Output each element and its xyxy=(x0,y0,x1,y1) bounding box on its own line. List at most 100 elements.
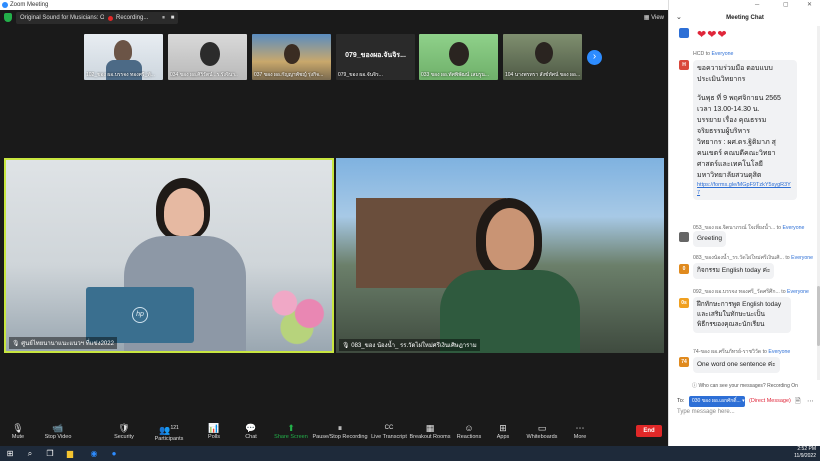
speaker-face xyxy=(164,188,204,236)
participant-avatar xyxy=(200,42,220,66)
avatar: 0 xyxy=(679,264,689,274)
edge-browser-icon[interactable]: ◉ xyxy=(88,448,100,459)
more-icon: ⋯ xyxy=(575,423,585,433)
view-button[interactable]: ▦ View xyxy=(644,12,664,24)
video-participant-name: 🎙 ศูนย์ไทยนานาแนะแนวฯ ที่แข่ง2022 xyxy=(9,337,117,349)
hp-logo: hp xyxy=(132,307,148,323)
taskbar-clock[interactable]: 2:52 PM 11/9/2022 xyxy=(794,446,816,460)
close-window-button[interactable]: ✕ xyxy=(807,0,812,10)
participants-icon: 👥121 xyxy=(159,425,179,435)
main-video-right[interactable]: 🎙 083_ของ น้องน้ำ_ รร.วัดไผ่ใหม่ศรีเงินเ… xyxy=(336,158,664,353)
windows-taskbar: ⊞ ⌕ ❐ ▆ ◉ ● 2:52 PM 11/9/2022 xyxy=(0,446,820,461)
participant-name: 079_ของ ผอ.จันจิร... xyxy=(338,72,383,78)
chat-title: Meeting Chat xyxy=(726,15,764,21)
to-label: To: xyxy=(677,398,685,404)
meeting-top-bar: Original Sound for Musicians: Off Record… xyxy=(0,10,668,26)
avatar xyxy=(679,28,689,38)
chat-message-bubble[interactable]: ฝึกทักษะการพูด English today และเสริมในท… xyxy=(693,297,791,333)
participant-thumbnail[interactable]: 033 ของ ผอ.ทัศพิพัฒน์ เสมรูน... xyxy=(419,34,498,80)
mic-muted-icon: 🎙 xyxy=(12,341,22,347)
view-label: View xyxy=(651,15,664,21)
chat-message-bubble[interactable]: Greeting xyxy=(693,231,726,247)
window-title-bar: Zoom Meeting xyxy=(0,0,668,10)
recording-indicator[interactable]: Recording... ⏸ ■ xyxy=(104,12,179,24)
mic-muted-icon: 🎙 xyxy=(342,343,352,349)
meeting-stage: Original Sound for Musicians: Off Record… xyxy=(0,10,668,418)
maximize-window-button[interactable]: ▢ xyxy=(783,0,789,10)
participant-avatar xyxy=(535,42,553,64)
avatar: H xyxy=(679,60,689,70)
chat-message-list[interactable]: ❤❤❤ HCD to Everyone H ขอความร่วมมือ ตอบแ… xyxy=(669,26,816,380)
participant-thumbnail[interactable]: 079_ของผอ.จันจิร... 079_ของ ผอ.จันจิร... xyxy=(336,34,415,80)
chat-message-bubble[interactable]: กิจกรรม English today ค่ะ xyxy=(693,263,775,279)
chat-recipient-bar: To: 030 ของ ผอ.เอกศักดิ์... ▾ (Direct Me… xyxy=(677,396,817,408)
laptop: hp xyxy=(86,287,194,343)
participant-avatar xyxy=(284,44,300,64)
message-sender: 74-ของ ผอ.ศรีนภัทรย์-ราชวิวัด to Everyon… xyxy=(693,349,791,355)
avatar: 74 xyxy=(679,357,689,367)
recording-controls-icon: ⏸ xyxy=(337,423,343,433)
security-button[interactable]: 🛡 Security xyxy=(100,422,148,440)
chevron-down-icon[interactable]: ⌄ xyxy=(676,10,682,26)
file-attach-icon[interactable]: 🗎 xyxy=(795,397,801,408)
message-sender: 092_ของ ผอ.บรรจง ทองศรี_วัดศรีศึก... to … xyxy=(693,289,809,295)
minimize-window-button[interactable]: ─ xyxy=(755,0,759,10)
participant-large-label: 079_ของผอ.จันจิร... xyxy=(345,52,406,59)
participant-thumbnail[interactable]: 037 ของ ผอ.กัญญาพัชญ์ รุ่งกิจ... xyxy=(252,34,331,80)
participant-thumbnail[interactable]: 104 นางพรทรา สังข์ทัศน์ ของ ผอ... xyxy=(503,34,582,80)
participant-name: 037 ของ ผอ.กัญญาพัชญ์ รุ่งกิจ... xyxy=(254,72,324,78)
chat-message-bubble[interactable]: One word one sentence ค่ะ xyxy=(693,357,780,373)
more-button[interactable]: ⋯ More xyxy=(556,422,604,440)
chat-message-bubble[interactable]: ขอความร่วมมือ ตอบแบบ ประเมินวิทยากร วันพ… xyxy=(693,60,797,200)
window-title: Zoom Meeting xyxy=(10,2,49,8)
end-meeting-button[interactable]: End xyxy=(636,425,662,437)
participant-name: 102_ของ ผอ.บรรจง ทองศรี_ทุ้... xyxy=(86,72,155,78)
pause-stop-recording-button[interactable]: ⏸ Pause/Stop Recording xyxy=(312,422,368,440)
security-shield-icon[interactable] xyxy=(4,13,12,22)
recording-dot-icon xyxy=(108,16,113,21)
recipient-dropdown[interactable]: 030 ของ ผอ.เอกศักดิ์... ▾ xyxy=(689,396,745,407)
more-options-icon[interactable]: ⋯ xyxy=(807,397,814,405)
chat-header: ⌄ Meeting Chat xyxy=(669,10,820,26)
avatar xyxy=(679,232,689,242)
message-sender: HCD to Everyone xyxy=(693,51,734,57)
chat-panel: ─ ▢ ✕ ⌄ Meeting Chat ❤❤❤ HCD to Everyone… xyxy=(668,0,820,446)
main-video-left[interactable]: hp 🎙 ศูนย์ไทยนานาแนะแนวฯ ที่แข่ง2022 xyxy=(4,158,334,353)
participant-face xyxy=(486,208,534,270)
shield-icon: 🛡 xyxy=(118,423,130,433)
clock-time: 2:52 PM xyxy=(797,446,816,452)
flower-bouquet xyxy=(266,275,328,345)
survey-link[interactable]: https://forms.gle/MGpF9TzkY5sygR3Y7 xyxy=(697,181,793,197)
clock-date: 11/9/2022 xyxy=(794,453,816,459)
share-screen-button[interactable]: ⬆ Share Screen xyxy=(267,422,315,440)
file-explorer-icon[interactable]: ▆ xyxy=(64,448,76,459)
recording-label: Recording... xyxy=(116,15,149,21)
participants-button[interactable]: 👥121 Participants xyxy=(145,422,193,442)
next-page-arrow-icon[interactable]: › xyxy=(587,50,602,65)
task-view-icon[interactable]: ❐ xyxy=(44,448,56,459)
video-participant-name: 🎙 083_ของ น้องน้ำ_ รร.วัดไผ่ใหม่ศรีเงินเ… xyxy=(339,339,480,351)
zoom-app-icon[interactable]: ● xyxy=(108,448,120,459)
stop-recording-icon[interactable]: ■ xyxy=(171,15,175,21)
avatar: 0s xyxy=(679,298,689,308)
who-can-see-messages[interactable]: ⓘ Who can see your messages? Recording O… xyxy=(669,382,820,389)
original-sound-toggle[interactable]: Original Sound for Musicians: Off xyxy=(16,12,112,24)
grid-view-icon: ▦ xyxy=(643,15,652,21)
chevron-down-icon: ▾ xyxy=(742,398,745,404)
participant-name: 033 ของ ผอ.ทัศพิพัฒน์ เสมรูน... xyxy=(421,72,490,78)
windows-start-icon[interactable]: ⊞ xyxy=(4,448,16,459)
participant-avatar xyxy=(114,40,132,62)
participant-count: 121 xyxy=(170,425,179,431)
stop-video-button[interactable]: 📹 Stop Video xyxy=(34,422,82,440)
participant-thumbnail[interactable]: 102_ของ ผอ.บรรจง ทองศรี_ทุ้... xyxy=(84,34,163,80)
participant-thumbnail[interactable]: 034 ของ ผอ.ศิริรัตน์ ..ร.รังจินา.. xyxy=(168,34,247,80)
message-sender: 083_ของน้องน้ำ_รร.วัดไผ่ใหม่ศรีเงินเศิ..… xyxy=(693,255,814,261)
participant-name: 034 ของ ผอ.ศิริรัตน์ ..ร.รังจินา.. xyxy=(170,72,238,78)
heart-reaction-icons: ❤❤❤ xyxy=(697,29,728,41)
pause-recording-icon[interactable]: ⏸ xyxy=(162,15,165,21)
zoom-logo-icon xyxy=(2,2,8,8)
search-icon[interactable]: ⌕ xyxy=(24,448,36,459)
chat-message-input[interactable]: Type message here... xyxy=(677,409,735,415)
video-camera-icon: 📹 xyxy=(52,423,64,433)
share-screen-icon: ⬆ xyxy=(287,423,295,433)
